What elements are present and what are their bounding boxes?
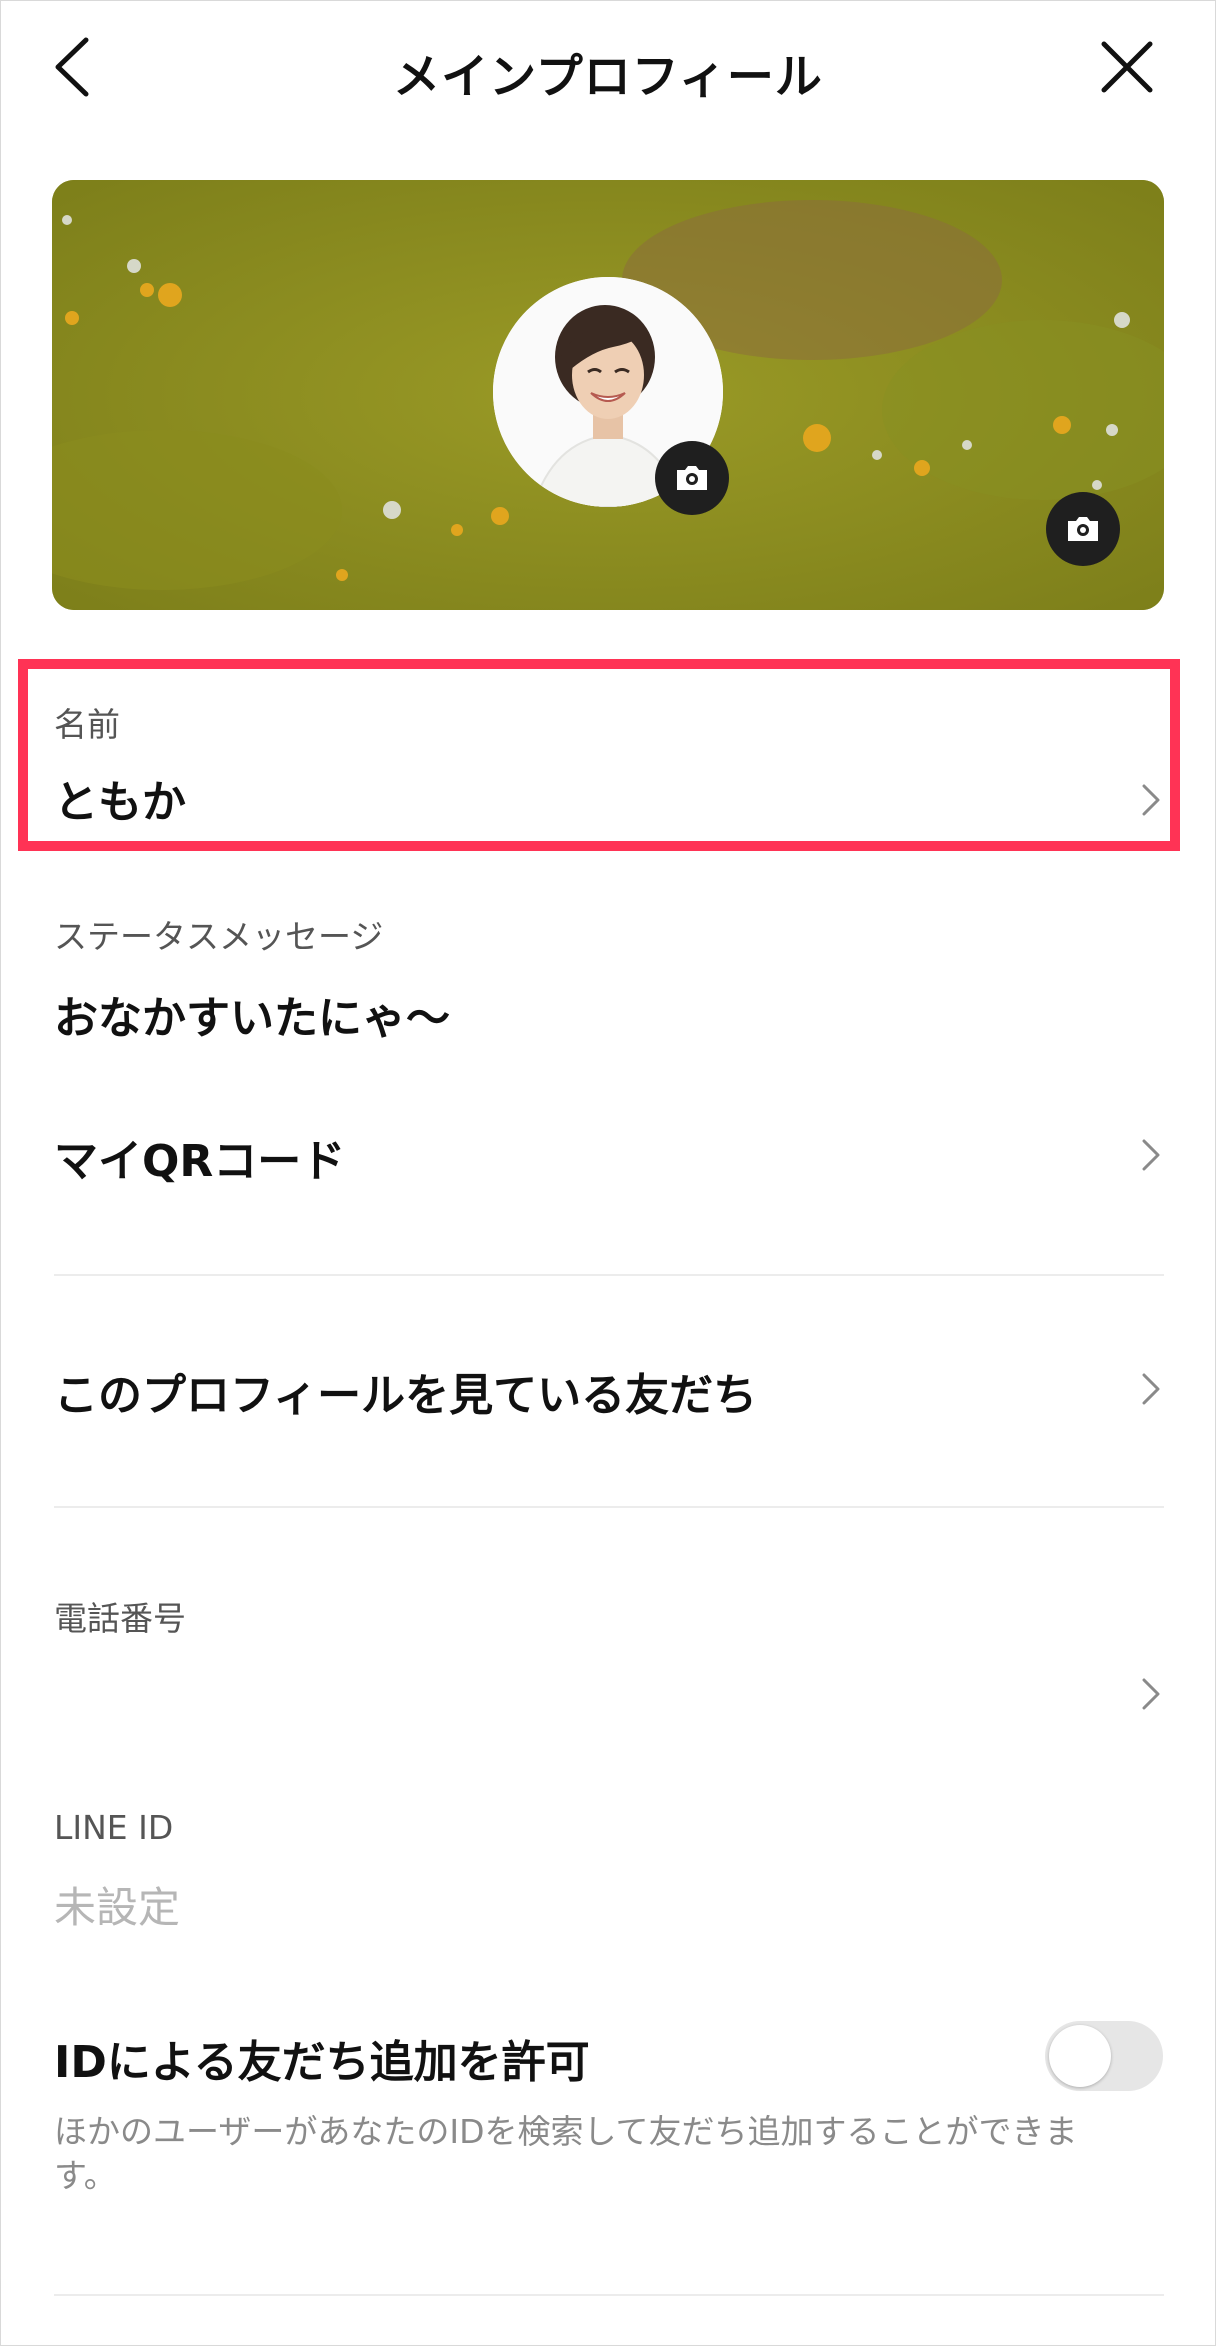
camera-icon	[677, 466, 707, 490]
close-icon	[1101, 41, 1153, 93]
chevron-right-icon	[1142, 1678, 1160, 1710]
status-message-row[interactable]: ステータスメッセージ おなかすいたにゃ〜	[0, 896, 1216, 1056]
chevron-right-icon	[1142, 784, 1160, 816]
cover-camera-button[interactable]	[1046, 492, 1120, 566]
line-id-label: LINE ID	[54, 1808, 174, 1847]
line-id-value: 未設定	[54, 1883, 181, 1932]
name-row[interactable]: 名前 ともか	[0, 680, 1216, 840]
phone-label: 電話番号	[54, 1599, 186, 1638]
avatar-camera-button[interactable]	[655, 441, 729, 515]
page-title: メインプロフィール	[393, 50, 823, 105]
chevron-right-icon	[1142, 1373, 1160, 1405]
qr-code-row[interactable]: マイQRコード	[0, 1120, 1216, 1190]
qr-code-label: マイQRコード	[54, 1136, 346, 1187]
id-search-toggle[interactable]	[1045, 2021, 1163, 2091]
toggle-knob	[1049, 2025, 1111, 2087]
name-label: 名前	[54, 705, 120, 744]
divider	[54, 1274, 1164, 1276]
profile-viewers-label: このプロフィールを見ている友だち	[54, 1370, 758, 1421]
header: メインプロフィール	[0, 0, 1216, 130]
divider	[54, 1506, 1164, 1508]
id-search-label: IDによる友だち追加を許可	[54, 2037, 590, 2088]
line-id-row[interactable]: LINE ID 未設定	[0, 1808, 1216, 1938]
name-value: ともか	[54, 777, 186, 828]
chevron-right-icon	[1142, 1139, 1160, 1171]
profile-viewers-row[interactable]: このプロフィールを見ている友だち	[0, 1355, 1216, 1425]
close-button[interactable]	[1094, 34, 1160, 100]
status-value: おなかすいたにゃ〜	[54, 993, 450, 1044]
phone-number-row[interactable]: 電話番号	[0, 1592, 1216, 1722]
camera-icon	[1068, 517, 1098, 541]
divider	[54, 2294, 1164, 2296]
status-label: ステータスメッセージ	[54, 917, 384, 956]
id-search-help: ほかのユーザーがあなたのIDを検索して友だち追加することができます。	[54, 2112, 1078, 2195]
